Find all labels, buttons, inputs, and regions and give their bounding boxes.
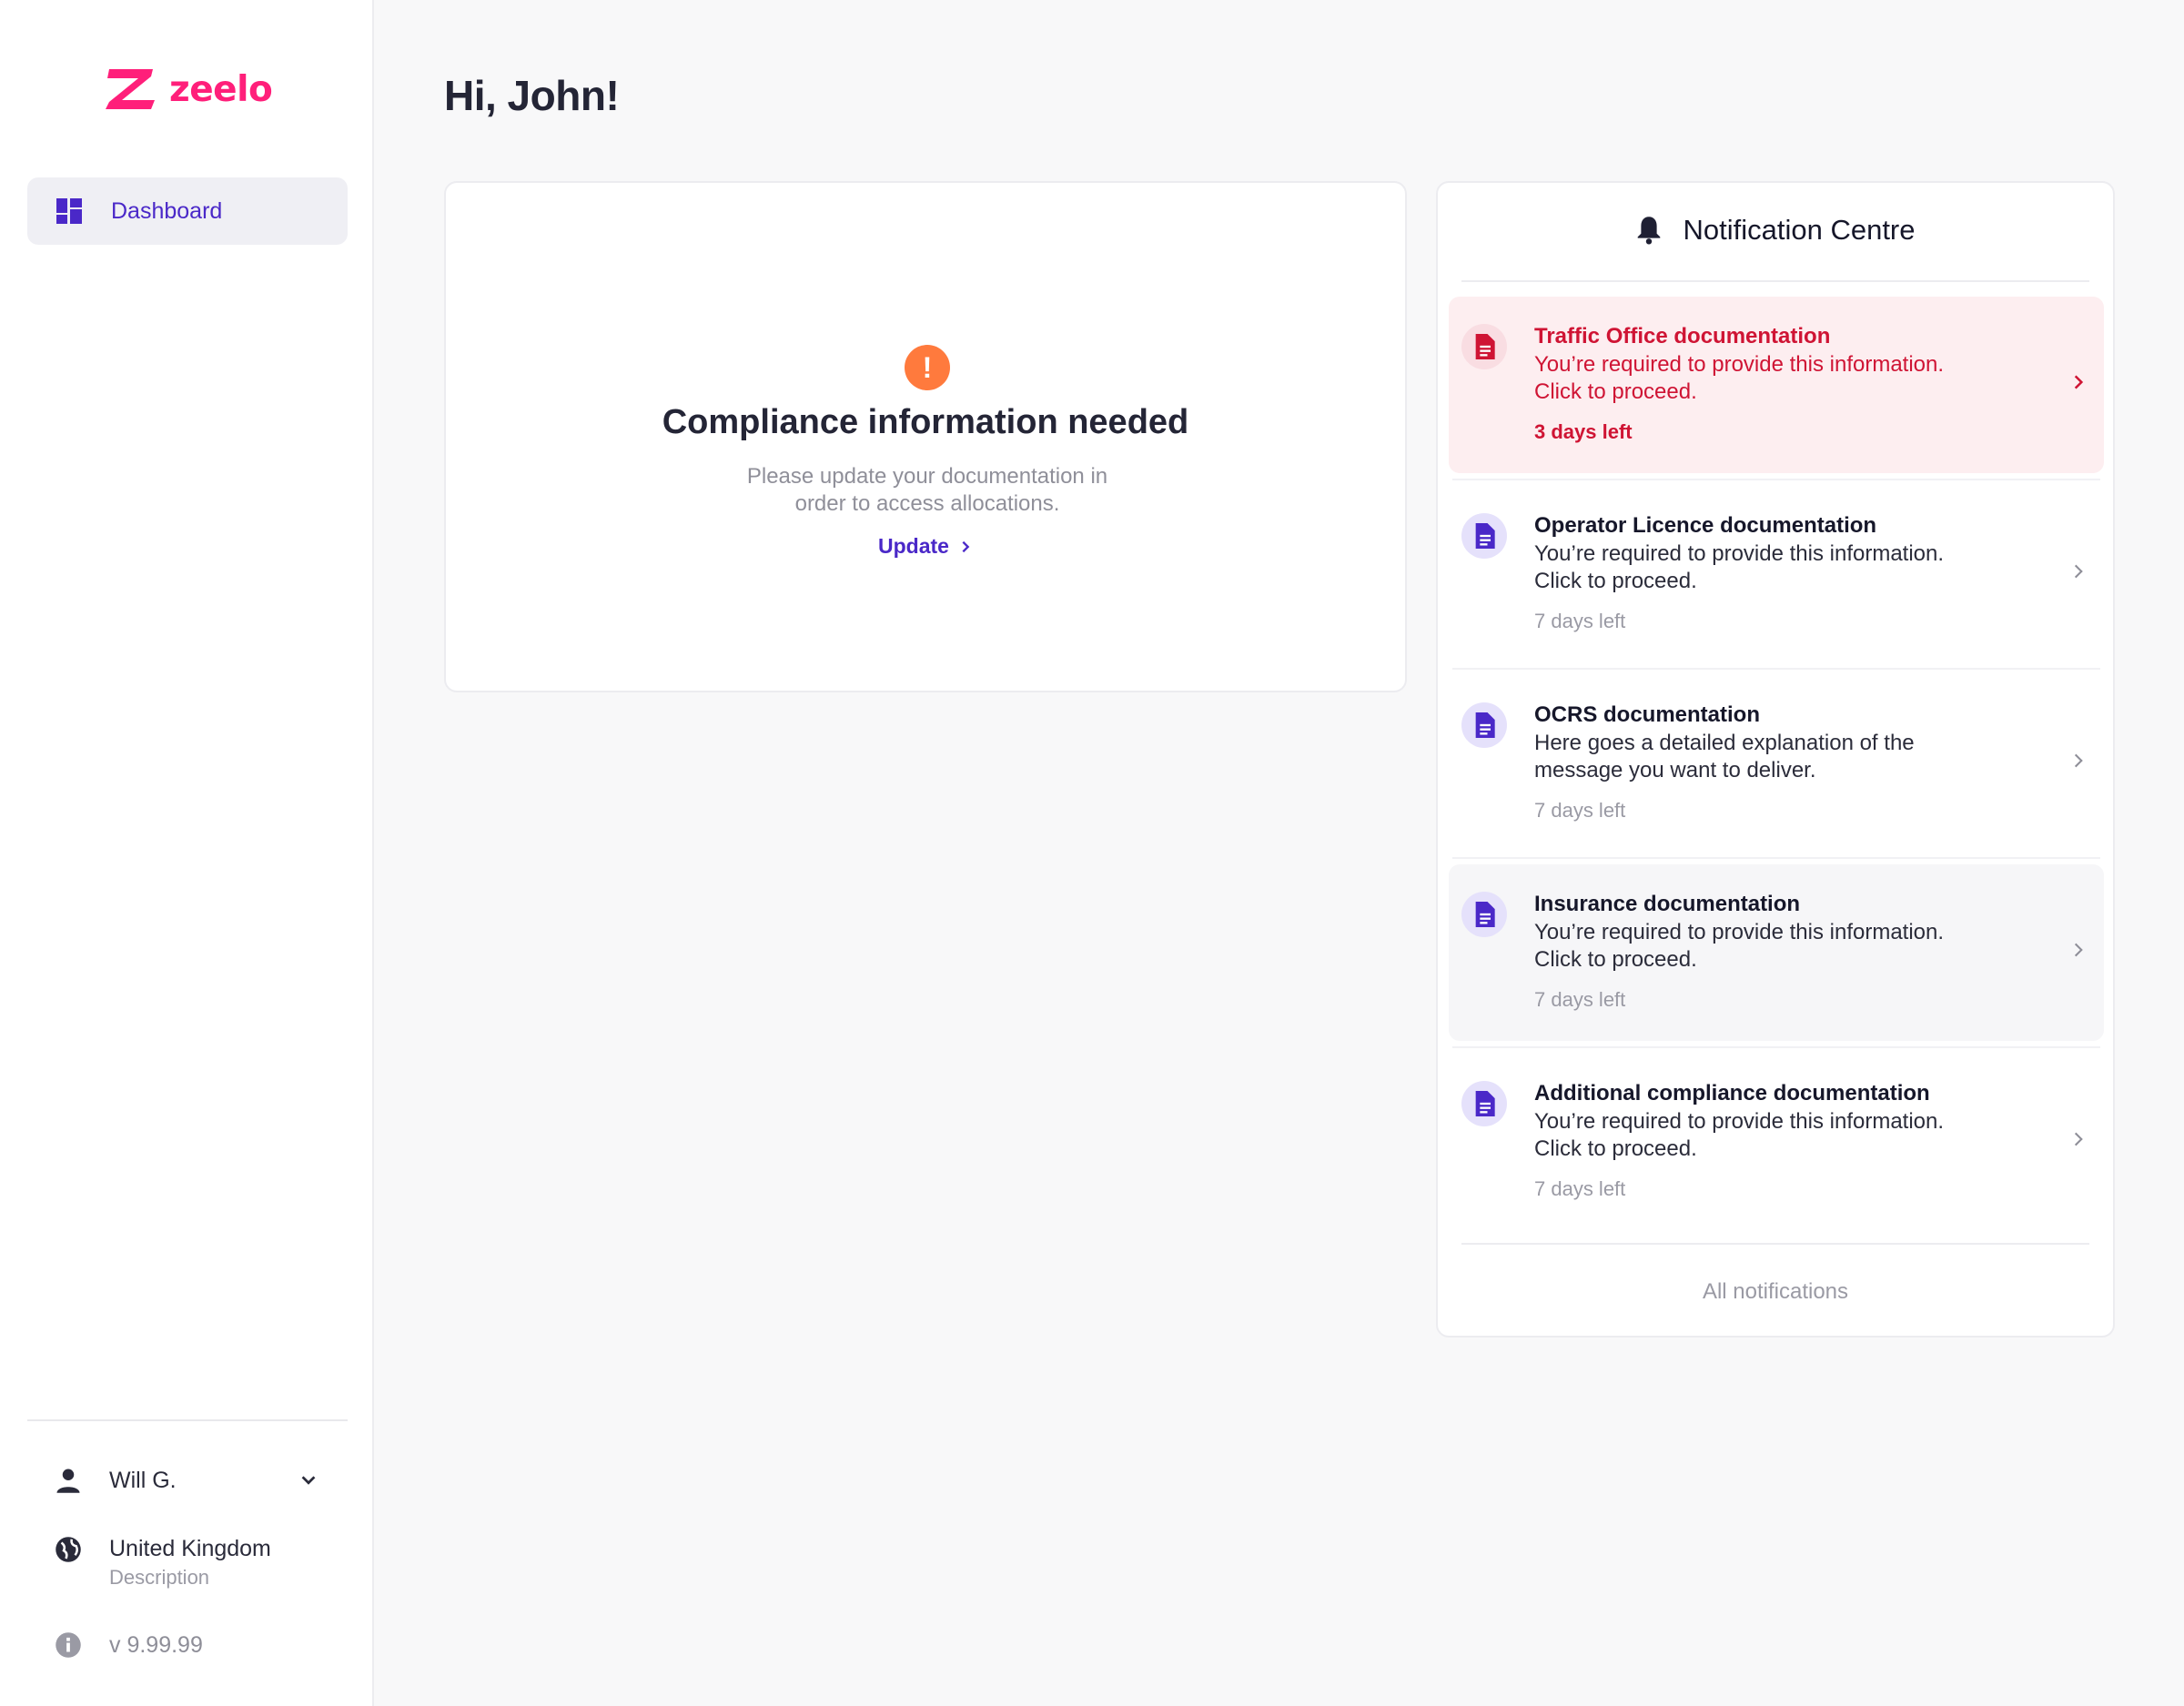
- all-notifications-link[interactable]: All notifications: [1438, 1279, 2113, 1305]
- app: zeelo Dashboard Will G. United Kingdom D…: [0, 0, 2184, 1706]
- notification-title: Notification Centre: [1683, 214, 1916, 246]
- notification-item-body: You’re required to provide this informat…: [1534, 352, 1945, 404]
- chevron-right-icon: [962, 540, 970, 552]
- chevron-right-icon: [2074, 943, 2083, 957]
- nav-item-label: Dashboard: [111, 197, 223, 224]
- notification-item-body: You’re required to provide this informat…: [1534, 920, 1945, 972]
- notification-item-deadline: 7 days left: [1534, 799, 1626, 822]
- logo-text: zeelo: [169, 68, 273, 110]
- chevron-down-icon[interactable]: [298, 1470, 318, 1490]
- notification-item-deadline: 3 days left: [1534, 420, 1633, 443]
- chevron-right-icon: [2074, 1132, 2083, 1146]
- bell-icon: [1638, 217, 1661, 245]
- notification-item-insurance[interactable]: Insurance documentation You’re required …: [1449, 864, 2104, 1041]
- notification-item-body: Here goes a detailed explanation of the …: [1534, 731, 1915, 782]
- notification-item-title: Insurance documentation: [1534, 892, 1801, 916]
- notification-item-title: Traffic Office documentation: [1534, 324, 1831, 348]
- divider: [1461, 1243, 2089, 1245]
- notification-centre: Notification Centre Traffic Office docum…: [1436, 181, 2115, 1338]
- update-link[interactable]: Update: [446, 534, 1405, 559]
- chevron-right-icon: [2074, 375, 2084, 389]
- notification-item-deadline: 7 days left: [1534, 1177, 1626, 1200]
- zeelo-logo[interactable]: zeelo: [106, 67, 273, 111]
- divider: [1452, 479, 2100, 480]
- country-info: United Kingdom Description: [109, 1536, 271, 1590]
- notification-item-deadline: 7 days left: [1534, 610, 1626, 632]
- divider: [1452, 857, 2100, 859]
- notification-item-body: You’re required to provide this informat…: [1534, 1109, 1945, 1161]
- compliance-card: ! Compliance information needed Please u…: [444, 181, 1407, 692]
- info-icon: [56, 1632, 81, 1658]
- chevron-right-icon: [2074, 564, 2083, 579]
- compliance-title: Compliance information needed: [662, 403, 1189, 441]
- compliance-description: Please update your documentation in orde…: [746, 464, 1108, 516]
- notification-item-title: Additional compliance documentation: [1534, 1081, 1930, 1105]
- sidebar-divider: [27, 1419, 348, 1421]
- nav-item-dashboard[interactable]: Dashboard: [27, 177, 348, 245]
- page-title: Hi, John!: [444, 72, 620, 119]
- update-label: Update: [878, 534, 949, 558]
- document-icon: [1461, 513, 1507, 559]
- divider: [1452, 1046, 2100, 1048]
- warning-icon: !: [905, 345, 950, 390]
- document-icon: [1461, 892, 1507, 937]
- notification-item-operator-licence[interactable]: Operator Licence documentation You’re re…: [1449, 486, 2104, 662]
- user-menu[interactable]: Will G.: [55, 1467, 318, 1494]
- document-icon: [1461, 324, 1507, 369]
- notification-item-ocrs[interactable]: OCRS documentation Here goes a detailed …: [1449, 675, 2104, 852]
- version-label: v 9.99.99: [109, 1631, 203, 1658]
- notification-header: Notification Centre: [1438, 214, 2113, 247]
- user-name: Will G.: [109, 1467, 177, 1493]
- version-info: v 9.99.99: [55, 1631, 203, 1659]
- notification-item-body: You’re required to provide this informat…: [1534, 541, 1945, 593]
- document-icon: [1461, 702, 1507, 748]
- country-name: United Kingdom: [109, 1536, 271, 1561]
- zeelo-logo-icon: [106, 69, 155, 109]
- country-description: Description: [109, 1566, 210, 1589]
- dashboard-icon: [56, 198, 82, 224]
- globe-icon: [56, 1537, 81, 1562]
- notification-item-traffic-office[interactable]: Traffic Office documentation You’re requ…: [1449, 297, 2104, 473]
- chevron-right-icon: [2074, 753, 2083, 768]
- divider: [1452, 668, 2100, 670]
- notification-item-deadline: 7 days left: [1534, 988, 1626, 1011]
- sidebar: zeelo Dashboard Will G. United Kingdom D…: [0, 0, 374, 1706]
- divider: [1461, 280, 2089, 282]
- notification-item-title: OCRS documentation: [1534, 702, 1761, 727]
- notification-item-additional-compliance[interactable]: Additional compliance documentation You’…: [1449, 1054, 2104, 1230]
- person-icon: [56, 1469, 80, 1493]
- document-icon: [1461, 1081, 1507, 1126]
- notification-item-title: Operator Licence documentation: [1534, 513, 1877, 538]
- country-selector[interactable]: United Kingdom Description: [55, 1536, 271, 1590]
